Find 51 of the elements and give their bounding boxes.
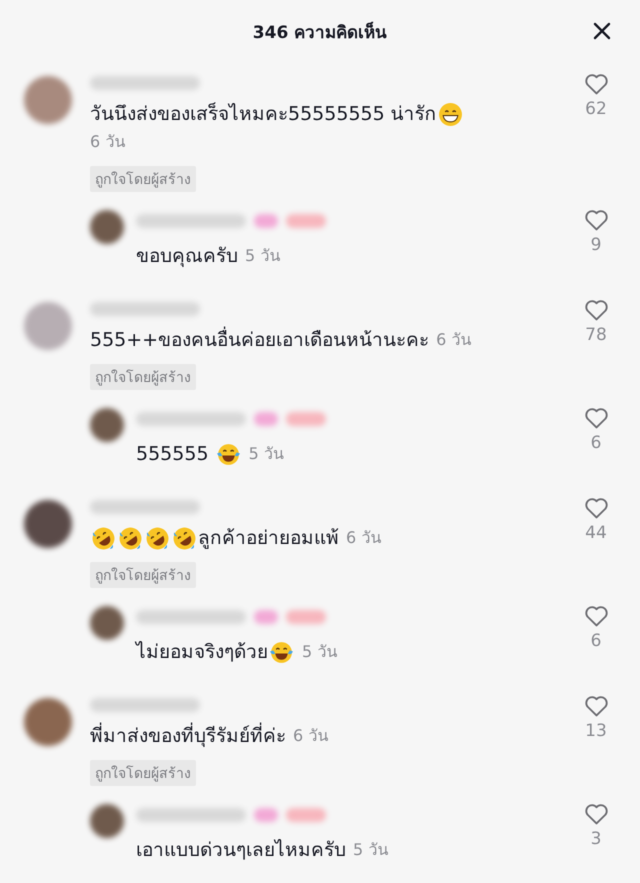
like-count: 6 bbox=[590, 433, 602, 453]
like-count: 78 bbox=[585, 325, 607, 345]
comment-text: ลูกค้าอย่ายอมแพ้ bbox=[198, 526, 339, 551]
like-count: 44 bbox=[585, 523, 607, 543]
rolling-laughing-face-icon bbox=[91, 526, 116, 550]
rolling-laughing-face-icon bbox=[118, 526, 143, 550]
comments-title: 346 ความคิดเห็น bbox=[252, 20, 388, 44]
heart-icon[interactable] bbox=[584, 208, 608, 231]
avatar-placeholder[interactable] bbox=[90, 408, 124, 442]
like-count: 62 bbox=[585, 99, 607, 119]
reply-time: 5 วัน bbox=[248, 443, 284, 465]
rolling-laughing-face-icon bbox=[172, 526, 197, 550]
avatar-placeholder[interactable] bbox=[24, 500, 72, 548]
comment-time: 6 วัน bbox=[436, 329, 472, 351]
reply-text: ไม่ยอมจริงๆด้วย bbox=[136, 640, 268, 665]
comment-time: 6 วัน bbox=[346, 527, 382, 549]
avatar-placeholder[interactable] bbox=[90, 804, 124, 838]
like-count: 9 bbox=[590, 235, 602, 255]
liked-by-creator-badge: ถูกใจโดยผู้สร้าง bbox=[90, 166, 196, 192]
heart-icon[interactable] bbox=[584, 298, 608, 321]
reply-text: เอาแบบด่วนๆเลยไหมครับ bbox=[136, 838, 346, 863]
like-count: 13 bbox=[585, 721, 607, 741]
avatar-placeholder[interactable] bbox=[90, 210, 124, 244]
heart-icon[interactable] bbox=[584, 802, 608, 825]
avatar-placeholder[interactable] bbox=[90, 606, 124, 640]
comment-time: 6 วัน bbox=[90, 131, 126, 153]
rolling-laughing-face-icon bbox=[145, 526, 170, 550]
heart-icon[interactable] bbox=[584, 694, 608, 717]
liked-by-creator-badge: ถูกใจโดยผู้สร้าง bbox=[90, 760, 196, 786]
like-count: 6 bbox=[590, 631, 602, 651]
heart-icon[interactable] bbox=[584, 604, 608, 627]
laughing-tears-face-icon bbox=[269, 640, 294, 664]
reply-time: 5 วัน bbox=[245, 245, 280, 267]
heart-icon[interactable] bbox=[584, 406, 608, 429]
close-icon[interactable] bbox=[593, 22, 611, 40]
liked-by-creator-badge: ถูกใจโดยผู้สร้าง bbox=[90, 562, 196, 588]
comment-text: วันนึงส่งของเสร็จไหมคะ55555555 น่ารัก bbox=[90, 101, 437, 127]
reply-time: 5 วัน bbox=[302, 641, 338, 663]
heart-icon[interactable] bbox=[584, 496, 608, 519]
avatar-placeholder[interactable] bbox=[24, 698, 72, 746]
comment-time: 6 วัน bbox=[293, 725, 328, 747]
reply-time: 5 วัน bbox=[353, 839, 388, 861]
comment-text: 555++ของคนอื่นค่อยเอาเดือนหน้านะคะ bbox=[90, 326, 430, 354]
reply-text: ขอบคุณครับ bbox=[136, 244, 238, 269]
laughing-tears-face-icon bbox=[216, 442, 241, 466]
like-count: 3 bbox=[590, 829, 602, 849]
comment-text: พี่มาส่งของที่บุรีรัมย์ที่ค่ะ bbox=[90, 722, 286, 750]
liked-by-creator-badge: ถูกใจโดยผู้สร้าง bbox=[90, 364, 196, 390]
heart-icon[interactable] bbox=[584, 72, 608, 95]
grinning-face-icon bbox=[438, 102, 463, 126]
reply-text: 555555 bbox=[136, 442, 210, 467]
